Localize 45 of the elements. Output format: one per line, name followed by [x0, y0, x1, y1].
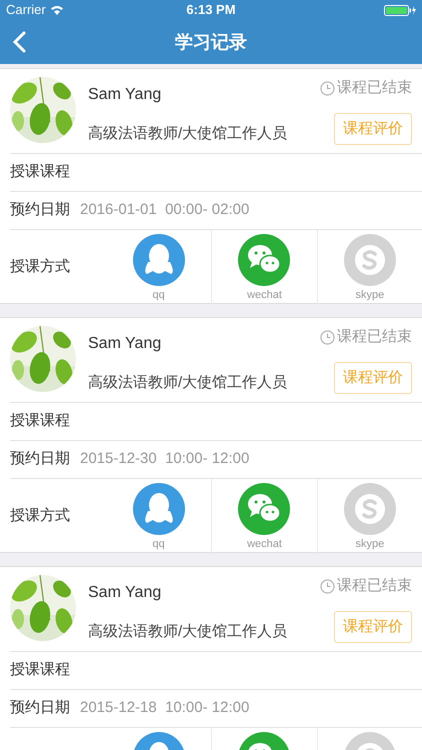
course-label: 授课课程: [10, 162, 70, 182]
nav-title: 学习记录: [175, 30, 247, 54]
clock-icon: [320, 578, 335, 594]
course-status: 课程已结束: [337, 78, 412, 98]
wifi-icon: [50, 5, 64, 15]
course-label: 授课课程: [10, 411, 70, 432]
review-button[interactable]: 课程评价: [334, 610, 412, 643]
battery-icon: [384, 4, 416, 16]
clock-icon: [320, 330, 335, 345]
method-label: 授课方式: [10, 506, 70, 524]
skype-icon[interactable]: [344, 483, 396, 535]
date-value: 2015-12-18 10:00- 12:00: [80, 698, 250, 718]
teacher-name: Sam Yang: [88, 334, 162, 354]
method-name: skype: [355, 537, 384, 552]
method-label: 授课方式: [10, 258, 70, 274]
teacher-name: Sam Yang: [88, 583, 162, 603]
status-time: 6:13 PM: [186, 1, 236, 20]
date-value: 2016-01-01 00:00- 02:00: [80, 200, 250, 220]
method-name: skype: [355, 288, 384, 303]
teacher-title: 高级法语教师/大使馆工作人员: [88, 124, 288, 144]
course-label: 授课课程: [10, 660, 70, 680]
date-label: 预约日期: [10, 698, 70, 718]
qq-icon[interactable]: [132, 483, 185, 535]
method-name: qq: [152, 288, 165, 303]
carrier-label: Carrier: [6, 1, 46, 20]
wechat-icon[interactable]: [238, 234, 290, 286]
date-label: 预约日期: [10, 200, 70, 220]
date-label: 预约日期: [10, 449, 70, 470]
review-button[interactable]: 课程评价: [334, 112, 412, 145]
clock-icon: [320, 80, 335, 96]
course-status: 课程已结束: [337, 576, 412, 596]
method-name: qq: [152, 537, 165, 552]
teacher-title: 高级法语教师/大使馆工作人员: [88, 372, 288, 392]
review-button[interactable]: 课程评价: [334, 362, 412, 394]
back-button[interactable]: [12, 30, 28, 54]
back-icon: [12, 31, 26, 53]
wechat-icon[interactable]: [238, 483, 290, 535]
teacher-title: 高级法语教师/大使馆工作人员: [88, 622, 288, 642]
course-status: 课程已结束: [337, 327, 412, 347]
method-name: wechat: [247, 288, 282, 303]
skype-icon[interactable]: [344, 234, 396, 286]
date-value: 2015-12-30 10:00- 12:00: [80, 449, 250, 470]
method-name: wechat: [247, 537, 282, 552]
qq-icon[interactable]: [132, 234, 185, 286]
teacher-name: Sam Yang: [88, 85, 162, 105]
